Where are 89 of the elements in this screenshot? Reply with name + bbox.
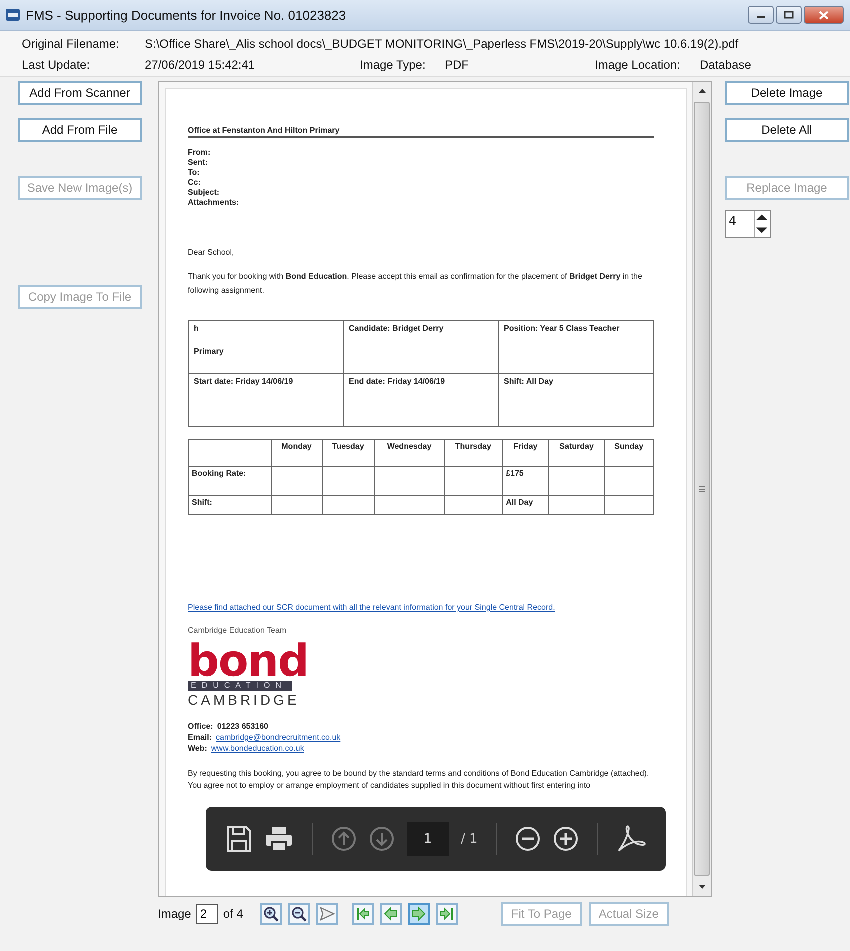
zoom-in-icon: [262, 905, 280, 923]
save-icon[interactable]: [226, 825, 252, 853]
filename-value: S:\Office Share\_Alis school docs\_BUDGET MONITORING\_Paperless FMS\2019-20\Supply\wc 10.6.19(2).pdf: [145, 37, 739, 51]
zoom-in-icon[interactable]: [552, 826, 579, 852]
location-value: Database: [700, 58, 752, 72]
email-field-label: From:: [188, 148, 212, 158]
close-icon: [819, 10, 829, 20]
zoom-out-icon[interactable]: [514, 826, 541, 852]
table-cell-text: Shift: All Day: [504, 377, 554, 386]
field-label: Original Filename:: [22, 37, 120, 51]
first-button[interactable]: [352, 903, 374, 925]
zoom-in-button[interactable]: [260, 903, 282, 925]
first-icon: [354, 905, 372, 923]
scroll-down-icon[interactable]: [698, 885, 706, 889]
page-total: / 1: [461, 832, 478, 846]
contact-link[interactable]: www.bondeducation.co.uk: [211, 743, 304, 754]
email-field-label: To:: [188, 168, 201, 178]
email-field-label: Sent:: [188, 158, 209, 168]
logo-band: EDUCATION: [188, 681, 292, 691]
image-spinner[interactable]: 4: [725, 210, 771, 238]
type-value: PDF: [445, 58, 470, 72]
window-title: FMS - Supporting Documents for Invoice No. 01023823: [26, 8, 346, 22]
column-header: Friday: [514, 442, 538, 451]
column-header: Sunday: [614, 442, 644, 451]
row-header: Shift:: [192, 498, 212, 507]
disclaimer-paragraph: By requesting this booking, you agree to be bound by the standard terms and conditions of Bond Education Cambridge (attached). You agree not to employ or arrange employment of candidates supplied in this document without first entering into: [188, 768, 650, 792]
field-label: Image Location:: [595, 58, 682, 72]
acrobat-icon[interactable]: [616, 824, 646, 854]
email-field-label: Attachments:: [188, 198, 240, 208]
maximize-icon: [784, 11, 794, 19]
date-value: 27/06/2019 15:42:41: [145, 58, 256, 72]
close-button[interactable]: [804, 6, 844, 24]
spinner-value: 4: [728, 213, 738, 230]
table-cell-text: All Day: [506, 498, 534, 507]
table-cell-text: Position: Year 5 Class Teacher: [504, 324, 621, 333]
page-up-icon[interactable]: [331, 826, 357, 852]
page-down-icon[interactable]: [369, 826, 395, 852]
column-header: Thursday: [455, 442, 492, 451]
previous-button[interactable]: [380, 903, 402, 925]
logo-city: CAMBRIDGE: [188, 691, 300, 709]
scroll-thumb[interactable]: [694, 102, 710, 876]
print-icon[interactable]: [264, 825, 294, 853]
table-cell-text: £175: [506, 469, 524, 478]
logo-word: bond: [188, 643, 309, 681]
previous-icon: [382, 905, 400, 923]
table-cell-text: Primary: [194, 347, 225, 356]
action-button[interactable]: Delete Image: [725, 81, 849, 105]
field-label: Image Type:: [360, 58, 427, 72]
last-button[interactable]: [436, 903, 458, 925]
minimize-button[interactable]: [748, 6, 774, 24]
scroll-up-icon[interactable]: [698, 89, 706, 93]
field-label: Last Update:: [22, 58, 92, 72]
column-header: Tuesday: [332, 442, 364, 451]
send-button[interactable]: [316, 903, 338, 925]
zoom-out-icon: [290, 905, 308, 923]
intro-paragraph: Thank you for booking with Bond Education. Please accept this email as confirmation for the placement of Bridget Derry in the following assignment.: [188, 271, 644, 297]
email-field-label: Cc:: [188, 178, 202, 188]
scrollbar[interactable]: [692, 82, 711, 896]
image-count: of 4: [223, 907, 244, 921]
action-button[interactable]: Delete All: [725, 118, 849, 142]
table-cell-text: Start date: Friday 14/06/19: [194, 377, 294, 386]
contact-link[interactable]: cambridge@bondrecruitment.co.uk: [216, 732, 341, 743]
table-cell-text: Candidate: Bridget Derry: [349, 324, 445, 333]
signoff: Cambridge Education Team: [188, 626, 288, 635]
table-cell-text: End date: Friday 14/06/19: [349, 377, 446, 386]
send-icon: [318, 905, 336, 923]
column-header: Wednesday: [387, 442, 432, 451]
contact-label: Email:: [188, 732, 212, 743]
action-button[interactable]: Add From File: [18, 118, 142, 142]
next-button[interactable]: [408, 903, 430, 925]
action-button[interactable]: Add From Scanner: [18, 81, 142, 105]
document-heading: Office at Fenstanton And Hilton Primary: [188, 126, 654, 138]
contact-label: Office:: [188, 721, 214, 732]
email-field-label: Subject:: [188, 188, 221, 198]
maximize-button[interactable]: [776, 6, 802, 24]
column-header: Saturday: [560, 442, 594, 451]
zoom-out-button[interactable]: [288, 903, 310, 925]
image-number-field[interactable]: 2: [196, 904, 218, 924]
app-icon: [6, 9, 20, 21]
image-label: Image: [158, 907, 192, 921]
table-cell-text: h: [194, 324, 200, 333]
greeting: Dear School,: [188, 248, 236, 257]
column-header: Monday: [282, 442, 312, 451]
next-icon: [410, 905, 428, 923]
page-number-field[interactable]: 1: [407, 822, 449, 856]
contact-value: 01223 653160: [217, 721, 269, 732]
contact-label: Web:: [188, 743, 208, 754]
scr-link[interactable]: Please find attached our SCR document with all the relevant information for your Single Central Record.: [188, 603, 556, 612]
row-header: Booking Rate:: [192, 469, 246, 478]
